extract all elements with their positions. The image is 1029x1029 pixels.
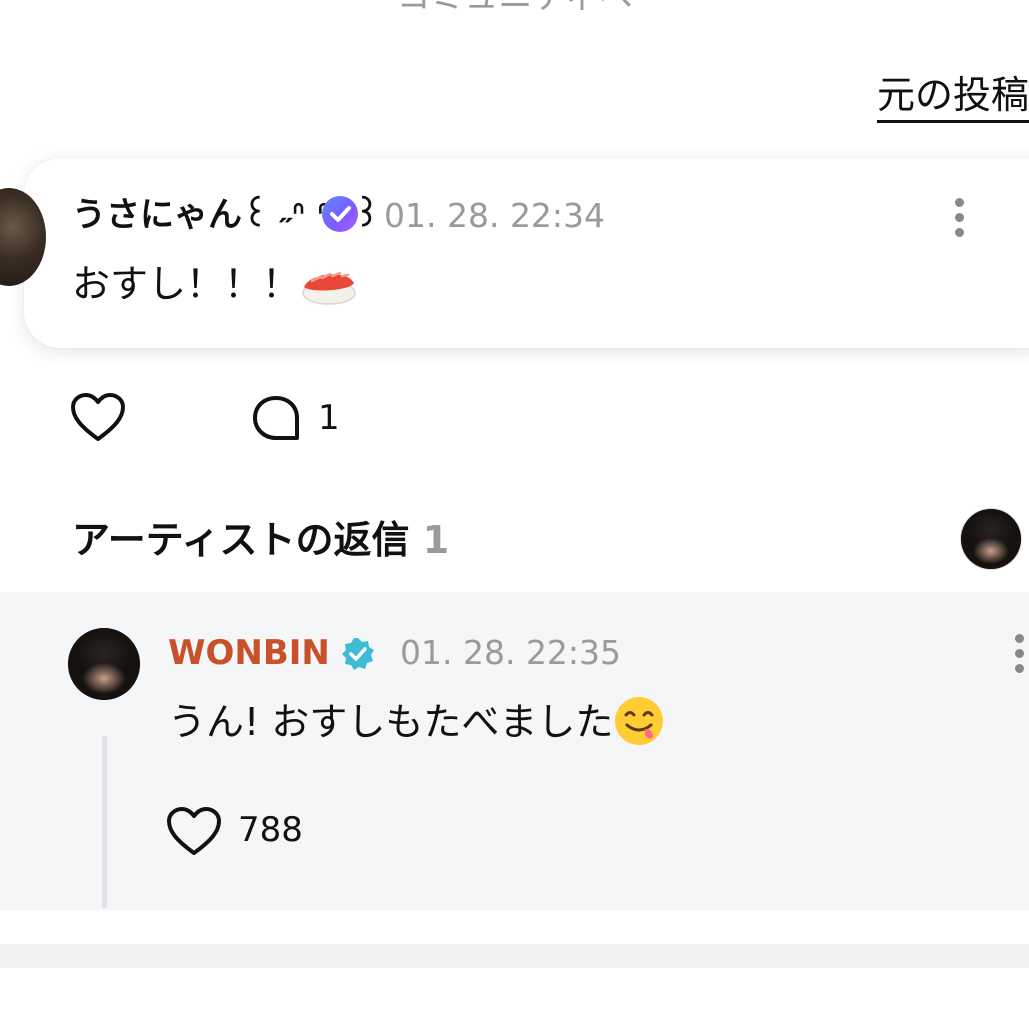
section-divider — [0, 944, 1029, 968]
fan-badge-icon — [322, 196, 358, 232]
artist-verified-badge-icon — [340, 636, 376, 672]
comment-timestamp: 01. 28. 22:34 — [384, 196, 606, 235]
reply-text: うん! おすしもたべました — [168, 696, 665, 751]
artist-replies-title: アーティストの返信 1 — [72, 518, 450, 562]
comment-text: おすし！！！ — [72, 258, 356, 310]
comment-more-icon[interactable] — [954, 198, 964, 237]
reply-like-count: 788 — [238, 810, 303, 850]
reply-more-icon[interactable] — [1014, 634, 1024, 673]
reply-like-heart-icon[interactable] — [166, 806, 222, 862]
comment-reply-bubble-icon[interactable] — [250, 394, 302, 448]
page-title-partial: コミュニティへ — [0, 0, 1029, 10]
artist-name[interactable]: WONBIN — [168, 630, 330, 676]
artist-avatar-small[interactable] — [960, 508, 1022, 570]
comment-like-heart-icon[interactable] — [70, 392, 126, 448]
thread-line — [102, 736, 107, 908]
reply-timestamp: 01. 28. 22:35 — [400, 633, 622, 672]
comment-card — [24, 158, 1029, 348]
artist-avatar[interactable] — [68, 628, 140, 700]
original-post-link[interactable]: 元の投稿 — [876, 72, 1029, 123]
reply-count: 1 — [318, 398, 340, 438]
yum-emoji-icon — [613, 695, 665, 747]
sushi-emoji-icon — [300, 263, 356, 305]
